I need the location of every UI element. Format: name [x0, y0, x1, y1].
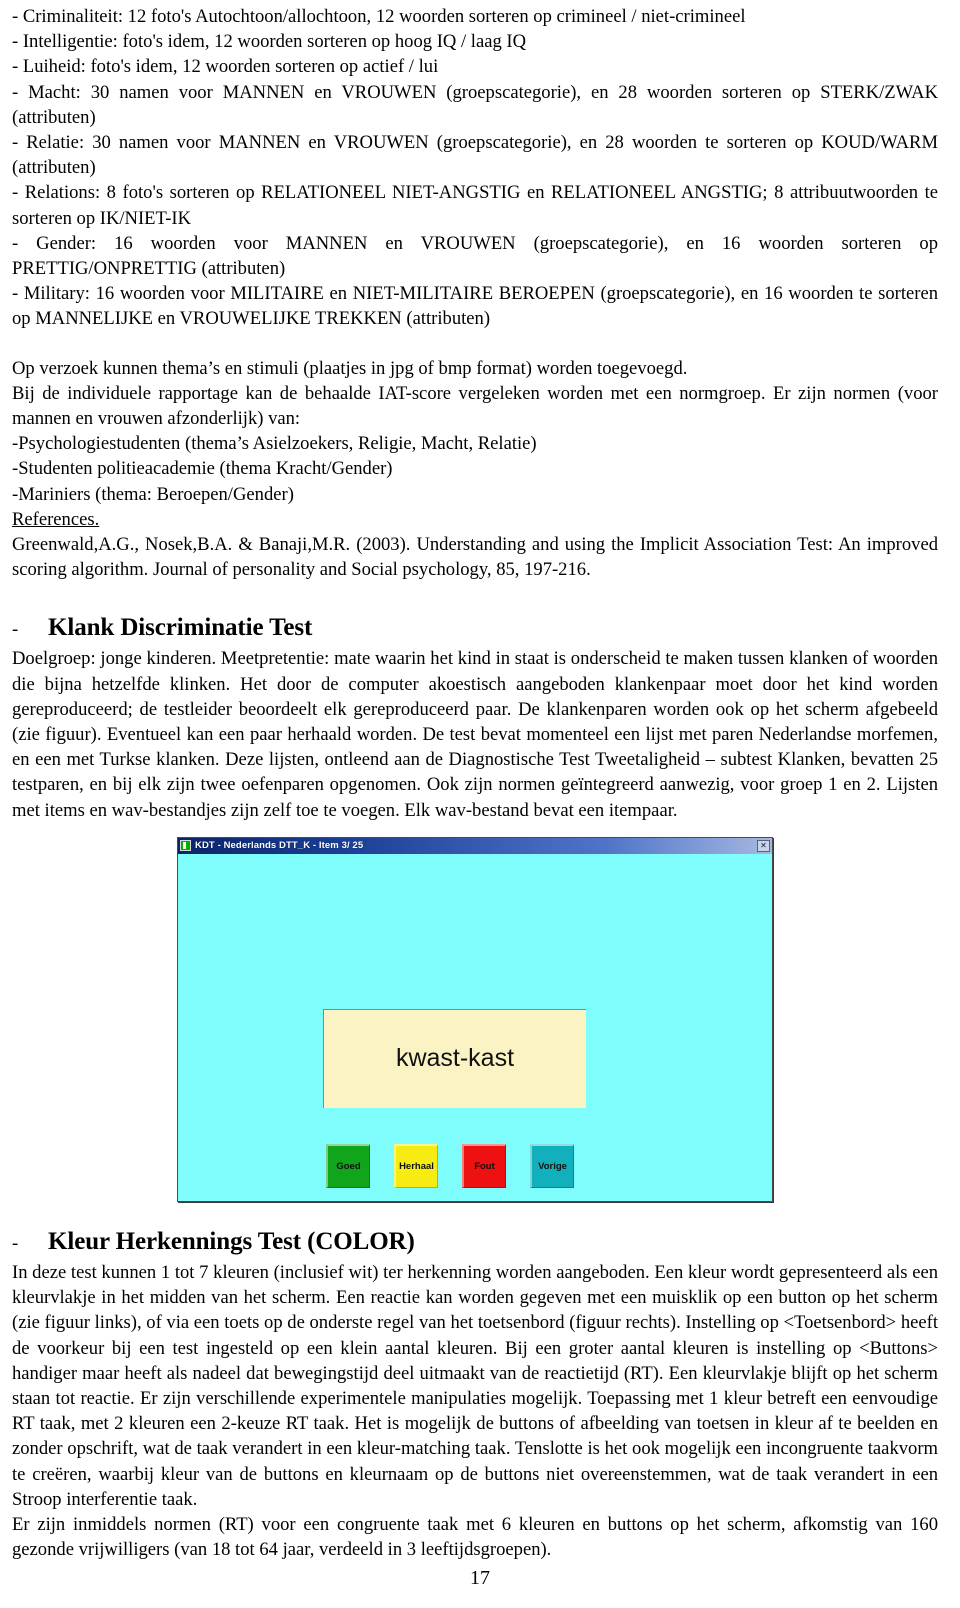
klank-heading-bullet: - [12, 619, 19, 641]
theme-item: - Military: 16 woorden voor MILITAIRE en… [12, 283, 938, 330]
color-heading-title: Kleur Herkennings Test (COLOR) [48, 1227, 415, 1255]
document-page: - Criminaliteit: 12 foto's Autochtoon/al… [0, 0, 960, 1608]
reference-entry: Greenwald,A.G., Nosek,B.A. & Banaji,M.R.… [12, 534, 938, 581]
stimulus-word: kwast-kast [395, 1044, 515, 1073]
klank-heading-title: Klank Discriminatie Test [48, 614, 313, 642]
herhaal-button[interactable]: Herhaal [394, 1143, 438, 1188]
theme-item: - Criminaliteit: 12 foto's Autochtoon/al… [12, 6, 746, 27]
vorige-button[interactable]: Vorige [530, 1143, 574, 1188]
references-heading: References. [12, 508, 100, 530]
window-titlebar: KDT - Nederlands DTT_K - Item 3/ 25 ✕ [178, 837, 772, 854]
color-paragraph-2: Er zijn inmiddels normen (RT) voor een c… [12, 1513, 938, 1561]
report-line: Bij de individuele rapportage kan de beh… [12, 382, 938, 430]
theme-item: - Gender: 16 woorden voor MANNEN en VROU… [12, 232, 938, 280]
close-icon[interactable]: ✕ [757, 839, 770, 852]
color-paragraph-1: In deze test kunnen 1 tot 7 kleuren (inc… [12, 1261, 938, 1510]
goed-button[interactable]: Goed [326, 1143, 370, 1188]
iat-notes: Op verzoek kunnen thema’s en stimuli (pl… [12, 356, 938, 583]
stimulus-panel: kwast-kast [323, 1008, 586, 1108]
color-heading-bullet: - [12, 1232, 19, 1254]
theme-list: - Criminaliteit: 12 foto's Autochtoon/al… [12, 4, 938, 332]
response-button-row: Goed Herhaal Fout Vorige [326, 1143, 574, 1188]
color-heading: - Kleur Herkennings Test (COLOR) [12, 1226, 938, 1260]
norm-group-item: -Studenten politieacademie (thema Kracht… [12, 458, 393, 480]
norm-group-item: -Mariniers (thema: Beroepen/Gender) [12, 483, 294, 505]
klank-body-text: Doelgroep: jonge kinderen. Meetpretentie… [12, 648, 938, 821]
kdt-screenshot-figure: KDT - Nederlands DTT_K - Item 3/ 25 ✕ kw… [12, 836, 938, 1202]
fout-button[interactable]: Fout [462, 1143, 506, 1188]
klank-heading: - Klank Discriminatie Test [12, 612, 938, 646]
request-line: Op verzoek kunnen thema’s en stimuli (pl… [12, 357, 688, 379]
app-client-area: kwast-kast Goed Herhaal Fout Vorige [183, 853, 770, 1199]
kdt-app-window: KDT - Nederlands DTT_K - Item 3/ 25 ✕ kw… [177, 836, 773, 1202]
norm-group-item: -Psychologiestudenten (thema’s Asielzoek… [12, 433, 537, 455]
theme-item: - Relations: 8 foto's sorteren op RELATI… [12, 182, 938, 229]
theme-item: - Intelligentie: foto's idem, 12 woorden… [12, 31, 527, 53]
app-icon [180, 840, 191, 852]
page-number: 17 [470, 1567, 490, 1589]
theme-item: - Luiheid: foto's idem, 12 woorden sorte… [12, 56, 439, 78]
theme-item: - Macht: 30 namen voor MANNEN en VROUWEN… [12, 81, 938, 128]
window-title: KDT - Nederlands DTT_K - Item 3/ 25 [195, 840, 364, 852]
theme-item: - Relatie: 30 namen voor MANNEN en VROUW… [12, 132, 938, 179]
